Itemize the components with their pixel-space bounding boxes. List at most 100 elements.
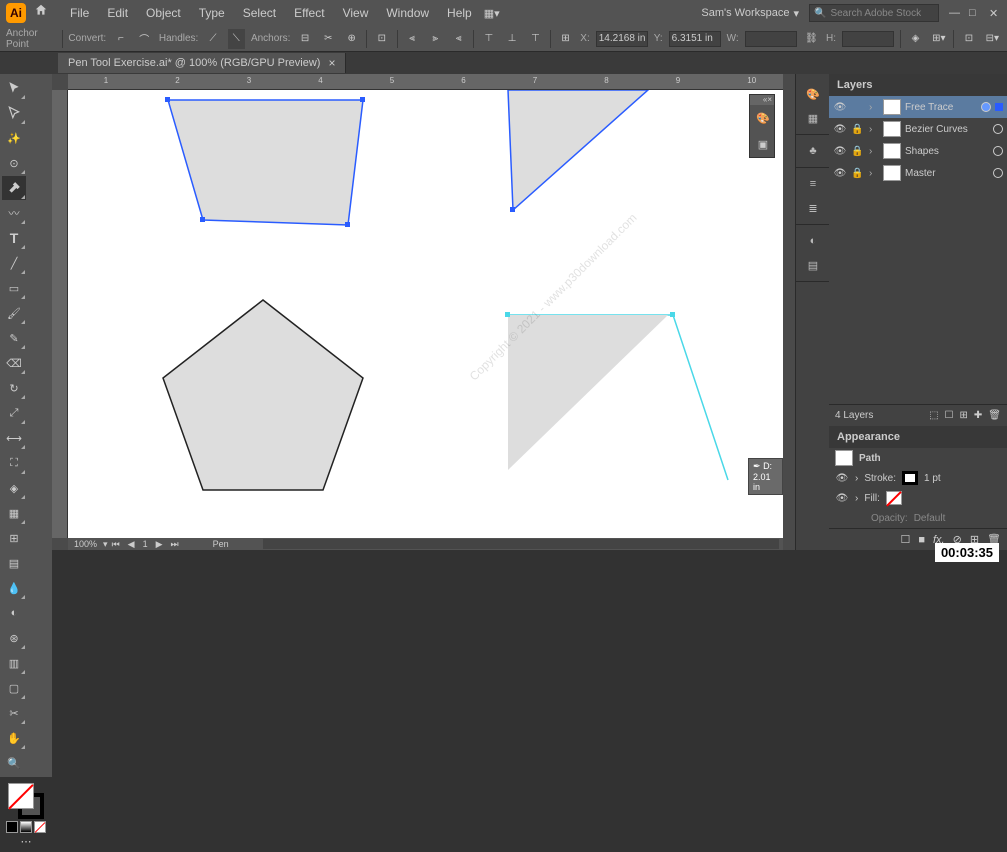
selection-tool[interactable] — [2, 76, 26, 100]
layers-panel-header[interactable]: Layers — [829, 74, 1007, 96]
rectangle-tool[interactable]: ▭ — [2, 276, 26, 300]
menu-object[interactable]: Object — [138, 2, 189, 24]
transform-icon[interactable]: ⊡ — [960, 29, 977, 49]
home-icon[interactable] — [34, 3, 54, 23]
nav-last-icon[interactable]: ⏭ — [167, 539, 183, 550]
eyedropper-tool[interactable]: 💧 — [2, 576, 26, 600]
visibility-icon[interactable]: 👁 — [833, 100, 847, 114]
stroke-weight[interactable]: 1 pt — [924, 473, 941, 484]
locate-layer-icon[interactable]: ⬚ — [929, 410, 938, 421]
align-hcenter-icon[interactable]: ⫸ — [427, 29, 444, 49]
shape-pentagon[interactable] — [163, 300, 363, 490]
layer-name[interactable]: Shapes — [905, 146, 989, 157]
gradient-panel-icon[interactable]: ▤ — [796, 253, 830, 277]
gradient-mode-icon[interactable] — [20, 821, 32, 833]
handle-icon-2[interactable]: ⟍ — [228, 29, 245, 49]
paintbrush-tool[interactable]: 🖌 — [2, 301, 26, 325]
anchor-point[interactable] — [200, 217, 205, 222]
expand-icon[interactable]: › — [855, 473, 858, 484]
symbol-sprayer-tool[interactable]: ⊛ — [2, 626, 26, 650]
perspective-tool[interactable]: ▦ — [2, 501, 26, 525]
menu-effect[interactable]: Effect — [286, 2, 332, 24]
target-icon[interactable] — [981, 102, 991, 112]
menu-select[interactable]: Select — [235, 2, 284, 24]
menu-type[interactable]: Type — [191, 2, 233, 24]
x-input[interactable] — [596, 31, 648, 47]
layer-row[interactable]: 👁 🔒 › Shapes — [829, 140, 1007, 162]
layer-row[interactable]: 👁 › Free Trace — [829, 96, 1007, 118]
color-mode-icon[interactable] — [6, 821, 18, 833]
lock-icon[interactable]: 🔒 — [851, 168, 865, 179]
stroke-color-swatch[interactable] — [902, 471, 918, 485]
visibility-icon[interactable]: 👁 — [833, 122, 847, 136]
anchor-point[interactable] — [165, 97, 170, 102]
edit-toolbar-icon[interactable]: ⋯ — [4, 835, 48, 848]
shape-builder-tool[interactable]: ◈ — [2, 476, 26, 500]
nav-next-icon[interactable]: ▶ — [152, 539, 167, 550]
direct-selection-tool[interactable] — [2, 101, 26, 125]
nav-first-icon[interactable]: ⏮ — [108, 539, 124, 550]
appearance-fill-row[interactable]: 👁 › Fill: — [829, 488, 1007, 508]
handle-icon-1[interactable]: ⟋ — [204, 29, 221, 49]
appearance-panel-header[interactable]: Appearance — [829, 426, 1007, 448]
isolate-icon[interactable]: ⊡ — [373, 29, 390, 49]
shape-trapezoid[interactable] — [168, 100, 363, 225]
shape-triangle-top[interactable] — [508, 90, 648, 210]
layer-name[interactable]: Bezier Curves — [905, 124, 989, 135]
expand-icon[interactable]: › — [869, 102, 879, 113]
nav-prev-icon[interactable]: ◀ — [124, 539, 139, 550]
lock-icon[interactable]: 🔒 — [851, 124, 865, 135]
mesh-tool[interactable]: ⊞ — [2, 526, 26, 550]
rotate-tool[interactable]: ↻ — [2, 376, 26, 400]
magic-wand-tool[interactable]: ✨ — [2, 126, 26, 150]
align-left-icon[interactable]: ⫷ — [403, 29, 420, 49]
close-button[interactable]: ✕ — [989, 7, 1001, 19]
document-tab[interactable]: Pen Tool Exercise.ai* @ 100% (RGB/GPU Pr… — [58, 53, 346, 73]
close-icon[interactable]: × — [767, 95, 772, 105]
hand-tool[interactable]: ✋ — [2, 726, 26, 750]
new-sublayer-icon[interactable]: ⊞ — [960, 410, 968, 421]
eraser-tool[interactable]: ⌫ — [2, 351, 26, 375]
shape-builder-icon[interactable]: ◈ — [907, 29, 924, 49]
isolate-group-icon[interactable]: ⊟▾ — [984, 29, 1001, 49]
scale-tool[interactable]: ⤢ — [2, 401, 26, 425]
free-transform-tool[interactable]: ⛶ — [2, 451, 26, 475]
align-right-icon[interactable]: ⫷ — [450, 29, 467, 49]
fill-color-swatch[interactable] — [886, 491, 902, 505]
canvas[interactable]: Copyright © 2021 - www.p30download.com «… — [68, 90, 783, 538]
menu-help[interactable]: Help — [439, 2, 480, 24]
line-tool[interactable]: ╱ — [2, 251, 26, 275]
horizontal-scrollbar[interactable] — [263, 539, 779, 549]
expand-icon[interactable]: › — [869, 168, 879, 179]
anchor-point[interactable] — [360, 97, 365, 102]
visibility-icon[interactable]: 👁 — [835, 471, 849, 485]
target-icon[interactable] — [993, 168, 1003, 178]
vertical-scrollbar[interactable] — [783, 90, 795, 538]
convert-smooth-icon[interactable]: ⌒ — [136, 29, 153, 49]
maximize-button[interactable]: □ — [969, 7, 981, 19]
minimize-button[interactable]: — — [949, 7, 961, 19]
tab-close-icon[interactable]: × — [328, 56, 335, 70]
anchor-cut-icon[interactable]: ✂ — [320, 29, 337, 49]
anchor-point[interactable] — [670, 312, 675, 317]
opacity-value[interactable]: Default — [914, 513, 946, 524]
width-tool[interactable]: ⟷ — [2, 426, 26, 450]
layer-row[interactable]: 👁 🔒 › Master — [829, 162, 1007, 184]
appearance-stroke-row[interactable]: 👁 › Stroke: 1 pt — [829, 468, 1007, 488]
zoom-level[interactable]: 100% — [68, 539, 103, 549]
target-icon[interactable] — [993, 124, 1003, 134]
menu-edit[interactable]: Edit — [99, 2, 136, 24]
fill-swatch[interactable] — [8, 783, 34, 809]
artboard-tool[interactable]: ▢ — [2, 676, 26, 700]
reference-point-icon[interactable]: ⊞ — [557, 29, 574, 49]
visibility-icon[interactable]: 👁 — [835, 491, 849, 505]
h-input[interactable] — [842, 31, 894, 47]
anchor-point[interactable] — [510, 207, 515, 212]
brushes-panel-icon[interactable]: ≣ — [796, 196, 830, 220]
anchor-connect-icon[interactable]: ⊕ — [343, 29, 360, 49]
add-stroke-icon[interactable]: ☐ — [900, 533, 910, 546]
color-panel-icon[interactable]: 🎨 — [796, 82, 830, 106]
menu-window[interactable]: Window — [378, 2, 437, 24]
anchor-point[interactable] — [345, 222, 350, 227]
curvature-tool[interactable]: 〰 — [2, 201, 26, 225]
